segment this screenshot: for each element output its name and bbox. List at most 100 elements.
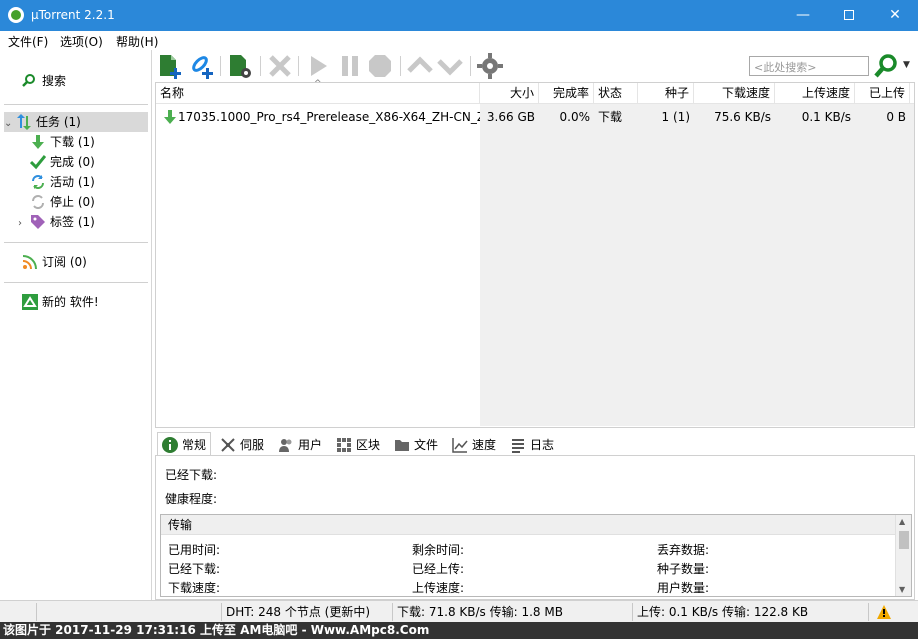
col-down-speed[interactable]: 下载速度 <box>694 83 775 104</box>
create-torrent-icon[interactable] <box>226 52 254 80</box>
stop-icon[interactable] <box>366 52 394 80</box>
minimize-button[interactable]: — <box>780 0 826 31</box>
sort-ascending-icon: ^ <box>314 79 322 89</box>
tab-label: 用户 <box>298 438 323 452</box>
divider <box>4 242 148 243</box>
log-icon <box>512 439 524 453</box>
sidebar-item-tasks[interactable]: ⌄ 任务 (1) <box>4 112 148 132</box>
sidebar-item-labels[interactable]: › 标签 (1) <box>18 212 95 232</box>
warning-icon[interactable] <box>876 604 892 620</box>
tab-pieces[interactable]: 区块 <box>331 432 385 456</box>
status-separator <box>36 603 37 621</box>
sidebar-item-completed[interactable]: 完成 (0) <box>30 152 95 172</box>
transfer-arrows-icon <box>17 114 31 130</box>
transfer-header: 传输 <box>161 515 897 535</box>
close-button[interactable]: ✕ <box>872 0 918 31</box>
scroll-down-icon[interactable]: ▼ <box>899 585 905 594</box>
scroll-up-icon[interactable]: ▲ <box>899 517 905 526</box>
toolbar: <此处搜索> ▼ <box>152 50 918 82</box>
torrent-search-input[interactable]: <此处搜索> <box>749 56 869 76</box>
menu-options[interactable]: 选项(O) <box>60 33 103 50</box>
gear-icon[interactable] <box>476 52 504 80</box>
toolbar-separator <box>260 56 261 76</box>
info-icon <box>162 437 178 453</box>
tag-icon <box>31 215 45 229</box>
torrent-size: 3.66 GB <box>486 110 535 124</box>
add-torrent-icon[interactable] <box>156 52 184 80</box>
expand-chevron-icon[interactable]: › <box>18 214 30 234</box>
status-separator <box>392 603 393 621</box>
pause-icon[interactable] <box>336 52 364 80</box>
list-empty-area <box>480 104 914 426</box>
tab-trackers[interactable]: 伺服 <box>215 432 269 456</box>
tab-files[interactable]: 文件 <box>389 432 443 456</box>
upload-watermark: 该图片于 2017-11-29 17:31:16 上传至 AM电脑吧 - Www… <box>0 622 918 639</box>
search-icon[interactable] <box>873 53 899 79</box>
col-seeds[interactable]: 种子 <box>638 83 694 104</box>
menu-help[interactable]: 帮助(H) <box>116 33 158 50</box>
search-icon <box>22 74 35 87</box>
sidebar-search[interactable]: 搜索 <box>22 72 66 89</box>
torrent-status: 下载 <box>598 110 623 124</box>
collapse-chevron-icon[interactable]: ⌄ <box>4 114 16 134</box>
transfer-section: 传输 已用时间: 剩余时间: 丢弃数据: 已经下载: 已经上传: 种子数量: 下… <box>160 514 912 597</box>
sidebar-item-label: 完成 (0) <box>50 155 95 169</box>
torrent-up-speed: 0.1 KB/s <box>801 110 851 124</box>
title-bar: µTorrent 2.2.1 — ✕ <box>0 0 918 31</box>
col-done[interactable]: 完成率 <box>539 83 594 104</box>
toolbar-separator <box>400 56 401 76</box>
sidebar-item-stopped[interactable]: 停止 (0) <box>30 192 95 212</box>
sidebar-item-label: 停止 (0) <box>50 195 95 209</box>
remaining-label: 剩余时间: <box>412 543 465 557</box>
sidebar-item-label: 标签 (1) <box>50 215 95 229</box>
col-uploaded[interactable]: 已上传 <box>855 83 910 104</box>
menu-file[interactable]: 文件(F) <box>8 33 48 50</box>
divider <box>4 104 148 105</box>
search-dropdown-icon[interactable]: ▼ <box>903 60 910 70</box>
sidebar-item-downloading[interactable]: 下载 (1) <box>30 132 95 152</box>
start-icon[interactable] <box>304 52 332 80</box>
tab-peers[interactable]: 用户 <box>273 432 327 456</box>
folder-icon <box>395 440 409 451</box>
tab-general[interactable]: 常规 <box>157 432 212 456</box>
status-separator <box>221 603 222 621</box>
torrent-list: 名称 ^ 大小 完成率 状态 种子 下载速度 上传速度 已上传 17035.10… <box>155 79 915 428</box>
apps-icon <box>22 294 38 310</box>
move-down-icon[interactable] <box>436 52 464 80</box>
sidebar-search-label: 搜索 <box>42 74 67 88</box>
add-url-icon[interactable] <box>188 52 216 80</box>
category-sidebar: 搜索 ⌄ 任务 (1) 下载 (1) 完成 (0) 活动 (1) 停止 (0) ›… <box>0 50 152 600</box>
status-bar: DHT: 248 个节点 (更新中) 下载: 71.8 KB/s 传输: 1.8… <box>0 600 918 622</box>
rss-feed-icon <box>22 255 37 270</box>
tab-log[interactable]: 日志 <box>505 432 559 456</box>
torrent-name: 17035.1000_Pro_rs4_Prerelease_X86-X64_ZH… <box>178 110 480 124</box>
utorrent-logo-icon <box>8 7 24 23</box>
sidebar-item-apps[interactable]: 新的 软件! <box>22 292 99 312</box>
sidebar-item-active[interactable]: 活动 (1) <box>30 172 95 192</box>
wasted-label: 丢弃数据: <box>657 543 710 557</box>
maximize-button[interactable] <box>826 0 872 31</box>
col-status[interactable]: 状态 <box>594 83 638 104</box>
checkmark-icon <box>30 155 46 170</box>
peers-label: 用户数量: <box>657 581 710 595</box>
dht-status: DHT: 248 个节点 (更新中) <box>226 605 371 619</box>
refresh-arrows-icon <box>32 175 44 189</box>
move-up-icon[interactable] <box>406 52 434 80</box>
scroll-thumb[interactable] <box>899 531 909 549</box>
maximize-icon <box>844 10 854 20</box>
col-up-speed[interactable]: 上传速度 <box>775 83 855 104</box>
download-arrow-icon <box>164 110 176 124</box>
remove-icon[interactable] <box>266 52 294 80</box>
elapsed-label: 已用时间: <box>168 543 221 557</box>
sidebar-item-feeds[interactable]: 订阅 (0) <box>22 252 87 272</box>
table-row[interactable]: 17035.1000_Pro_rs4_Prerelease_X86-X64_ZH… <box>156 107 914 127</box>
status-separator <box>868 603 869 621</box>
col-size[interactable]: 大小 <box>480 83 539 104</box>
tab-label: 日志 <box>530 438 555 452</box>
uploaded-total-label: 已经上传: <box>412 562 465 576</box>
sidebar-item-label: 新的 软件! <box>42 295 99 309</box>
downloaded-total-label: 已经下载: <box>168 562 221 576</box>
vertical-scrollbar[interactable]: ▲ ▼ <box>895 515 911 596</box>
detail-tabs: 常规 伺服 用户 区块 文件 速度 日志 <box>155 432 915 456</box>
tab-speed[interactable]: 速度 <box>447 432 501 456</box>
